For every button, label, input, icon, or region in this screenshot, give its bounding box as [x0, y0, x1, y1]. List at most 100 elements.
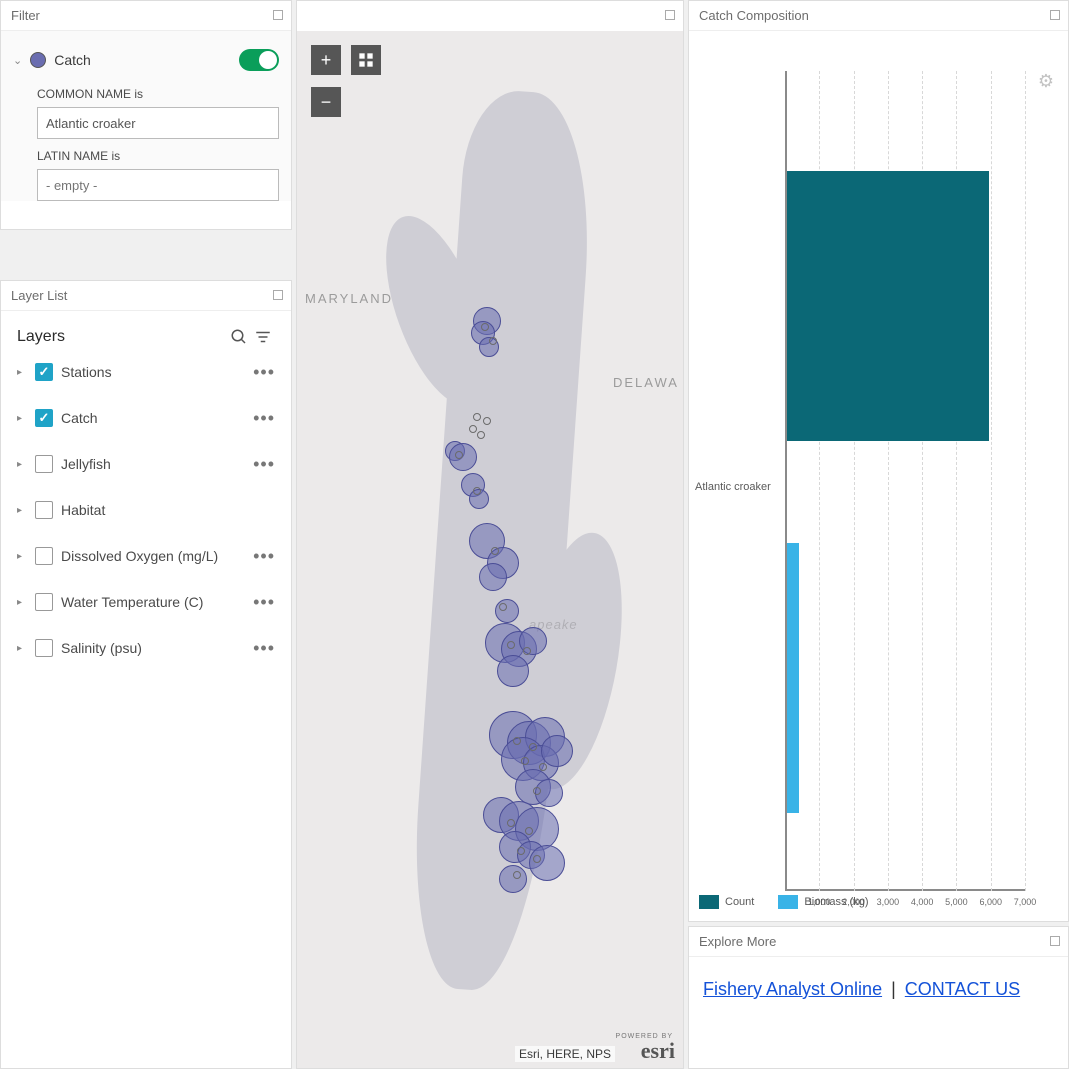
maximize-icon[interactable] [1050, 936, 1060, 946]
chart-x-tick: 6,000 [979, 897, 1002, 907]
catch-point[interactable] [541, 735, 573, 767]
station-point[interactable] [455, 451, 463, 459]
maximize-icon[interactable] [273, 290, 283, 300]
layer-menu-icon[interactable]: ••• [253, 592, 275, 613]
layer-label: Stations [61, 364, 245, 380]
search-icon[interactable] [227, 325, 251, 349]
common-name-label: COMMON NAME is [13, 77, 279, 107]
station-point[interactable] [517, 847, 525, 855]
chart-header: Catch Composition [689, 1, 1068, 31]
layer-label: Salinity (psu) [61, 640, 245, 656]
station-point[interactable] [483, 417, 491, 425]
expand-icon[interactable]: ▸ [17, 505, 27, 516]
latin-name-input[interactable] [37, 169, 279, 201]
station-point[interactable] [523, 647, 531, 655]
expand-icon[interactable]: ▸ [17, 643, 27, 654]
station-point[interactable] [473, 413, 481, 421]
station-point[interactable] [513, 737, 521, 745]
catch-point[interactable] [529, 845, 565, 881]
layer-item: ▸Habitat [17, 487, 275, 533]
filter-layers-icon[interactable] [251, 325, 275, 349]
map-attribution: Esri, HERE, NPS [515, 1046, 615, 1062]
layer-checkbox[interactable] [35, 409, 53, 427]
catch-point[interactable] [499, 865, 527, 893]
legend-biomass: Biomass (kg) [778, 895, 868, 909]
expand-icon[interactable]: ▸ [17, 367, 27, 378]
station-point[interactable] [521, 757, 529, 765]
station-point[interactable] [477, 431, 485, 439]
maximize-icon[interactable] [1050, 10, 1060, 20]
chevron-down-icon[interactable]: ⌄ [13, 54, 22, 67]
station-point[interactable] [469, 425, 477, 433]
layer-label: Dissolved Oxygen (mg/L) [61, 548, 245, 564]
layer-item: ▸Water Temperature (C)••• [17, 579, 275, 625]
chart-x-axis [785, 889, 1025, 891]
station-point[interactable] [507, 641, 515, 649]
station-point[interactable] [481, 323, 489, 331]
layer-label: Catch [61, 410, 245, 426]
layer-menu-icon[interactable]: ••• [253, 408, 275, 429]
zoom-out-button[interactable]: − [311, 87, 341, 117]
layer-checkbox[interactable] [35, 455, 53, 473]
link-separator: | [887, 979, 900, 999]
chart-x-tick: 7,000 [1014, 897, 1037, 907]
expand-icon[interactable]: ▸ [17, 597, 27, 608]
explore-more-panel: Explore More Fishery Analyst Online | CO… [688, 926, 1069, 1069]
layer-menu-icon[interactable]: ••• [253, 454, 275, 475]
expand-icon[interactable]: ▸ [17, 459, 27, 470]
layer-checkbox[interactable] [35, 363, 53, 381]
common-name-input[interactable] [37, 107, 279, 139]
fishery-analyst-link[interactable]: Fishery Analyst Online [703, 979, 882, 999]
layer-menu-icon[interactable]: ••• [253, 362, 275, 383]
station-point[interactable] [499, 603, 507, 611]
station-point[interactable] [533, 855, 541, 863]
station-point[interactable] [473, 487, 481, 495]
layer-checkbox[interactable] [35, 593, 53, 611]
station-point[interactable] [491, 547, 499, 555]
layer-checkbox[interactable] [35, 547, 53, 565]
station-point[interactable] [539, 763, 547, 771]
station-point[interactable] [489, 337, 497, 345]
contact-us-link[interactable]: CONTACT US [905, 979, 1020, 999]
station-point[interactable] [513, 871, 521, 879]
layer-item: ▸ Catch ••• [17, 395, 275, 441]
map-canvas[interactable]: + − MARYLAND DELAWA apeake Esri, HERE, N… [297, 31, 683, 1068]
chart-legend: Count Biomass (kg) [699, 895, 869, 909]
catch-point[interactable] [497, 655, 529, 687]
map-label-delaware: DELAWA [613, 375, 679, 390]
legend-biomass-label: Biomass (kg) [804, 896, 868, 908]
chart-bar-count[interactable] [787, 171, 989, 441]
layer-item: ▸ Dissolved Oxygen (mg/L) ••• [17, 533, 275, 579]
catch-symbol-icon [30, 52, 46, 68]
maximize-icon[interactable] [273, 10, 283, 20]
chart-x-tick: 5,000 [945, 897, 968, 907]
chart-gridline [991, 71, 992, 891]
expand-icon[interactable]: ▸ [17, 413, 27, 424]
zoom-in-button[interactable]: + [311, 45, 341, 75]
esri-logo: esri [641, 1038, 675, 1064]
chart-plot-area: 01,0002,0003,0004,0005,0006,0007,000 [785, 71, 1045, 891]
catch-point[interactable] [449, 443, 477, 471]
basemap-gallery-button[interactable] [351, 45, 381, 75]
layer-menu-icon[interactable]: ••• [253, 638, 275, 659]
layer-checkbox[interactable] [35, 639, 53, 657]
filter-catch-label: Catch [54, 52, 231, 68]
station-point[interactable] [533, 787, 541, 795]
station-point[interactable] [507, 819, 515, 827]
legend-count-swatch [699, 895, 719, 909]
layer-checkbox[interactable] [35, 501, 53, 519]
filter-toggle[interactable] [239, 49, 279, 71]
station-point[interactable] [529, 743, 537, 751]
chart-x-tick: 4,000 [911, 897, 934, 907]
filter-panel: Filter ⌄ Catch COMMON NAME is LATIN NAME… [0, 0, 292, 230]
catch-point[interactable] [495, 599, 519, 623]
maximize-icon[interactable] [665, 10, 675, 20]
expand-icon[interactable]: ▸ [17, 551, 27, 562]
chart-bar-biomasskg[interactable] [787, 543, 799, 813]
station-point[interactable] [525, 827, 533, 835]
catch-point[interactable] [479, 563, 507, 591]
latin-name-label: LATIN NAME is [13, 139, 279, 169]
chart-title: Catch Composition [699, 8, 809, 23]
layer-menu-icon[interactable]: ••• [253, 546, 275, 567]
layerlist-header: Layer List [1, 281, 291, 311]
